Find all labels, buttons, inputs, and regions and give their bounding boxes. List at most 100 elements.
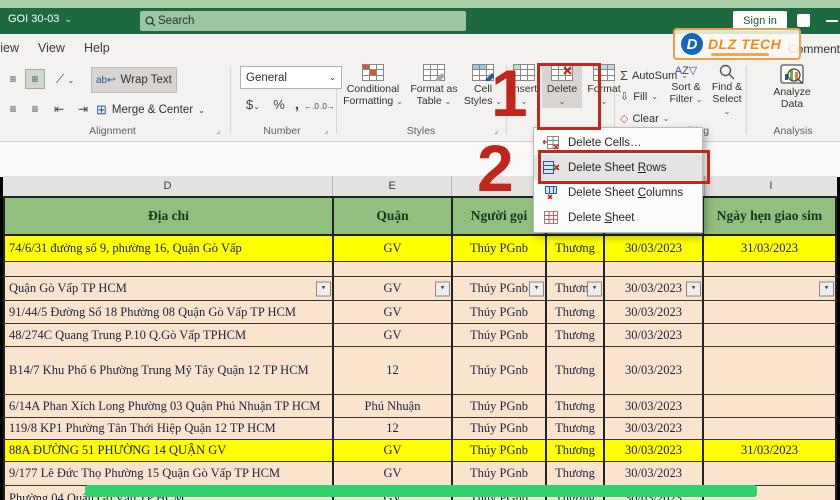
cell[interactable]: [453, 262, 547, 276]
accounting-format-button[interactable]: $⌄: [240, 96, 266, 114]
cell[interactable]: Thúy PGnb: [453, 347, 547, 394]
header-ngay-hen[interactable]: Ngày hẹn giao sim: [704, 198, 837, 234]
cell[interactable]: Thúy PGnb: [453, 324, 547, 346]
cell[interactable]: [704, 462, 837, 485]
tab-review[interactable]: view: [0, 41, 19, 55]
cell[interactable]: [704, 395, 837, 417]
search-input[interactable]: Search: [140, 11, 466, 31]
cell[interactable]: Quận Gò Vấp TP HCM▾: [3, 277, 334, 300]
cell[interactable]: 74/6/31 đường số 9, phường 16, Quận Gò V…: [3, 236, 334, 261]
cell[interactable]: [704, 301, 837, 323]
align-left-button[interactable]: ≡: [4, 100, 22, 118]
cell[interactable]: 31/03/2023: [704, 440, 837, 461]
tab-help[interactable]: Help: [84, 41, 110, 55]
format-as-table-button[interactable]: Format as Table ⌄: [408, 64, 460, 108]
menu-item-delete-sheet[interactable]: Delete Sheet: [534, 205, 702, 230]
orientation-button[interactable]: ⟋ ⌄: [50, 70, 80, 88]
cell[interactable]: Thương: [547, 301, 605, 323]
cell[interactable]: GV: [334, 236, 453, 261]
cell[interactable]: 9/177 Lê Đức Thọ Phường 15 Quận Gò Vấp T…: [3, 462, 334, 485]
cell[interactable]: 30/03/2023: [605, 418, 704, 439]
cell[interactable]: Thương: [547, 462, 605, 485]
column-letter-i[interactable]: I: [705, 176, 837, 196]
wrap-text-button[interactable]: ab↩ Wrap Text: [92, 68, 176, 92]
cell[interactable]: GV: [334, 462, 453, 485]
increase-decimal-button[interactable]: ←.0: [304, 98, 319, 116]
cell[interactable]: 30/03/2023: [605, 301, 704, 323]
cell[interactable]: ▾: [704, 277, 837, 300]
cell[interactable]: GV: [334, 440, 453, 461]
cell[interactable]: [704, 418, 837, 439]
cell[interactable]: B14/7 Khu Phố 6 Phường Trung Mỹ Tây Quận…: [3, 347, 334, 394]
cell[interactable]: 30/03/2023: [605, 462, 704, 485]
find-select-button[interactable]: Find & Select ⌄: [708, 64, 746, 118]
filter-button[interactable]: ▾: [316, 281, 331, 296]
cell[interactable]: Thúy PGnb: [453, 301, 547, 323]
align-right-button[interactable]: ≡: [26, 100, 44, 118]
header-quan[interactable]: Quận: [334, 198, 453, 234]
cell[interactable]: GV: [334, 324, 453, 346]
cell[interactable]: [547, 262, 605, 276]
decrease-indent-button[interactable]: ⇤: [50, 100, 68, 118]
sort-filter-button[interactable]: AZ▽ Sort & Filter ⌄: [664, 64, 708, 106]
header-dia-chi[interactable]: Địa chỉ: [3, 198, 334, 234]
cell[interactable]: 88A ĐƯỜNG 51 PHƯỜNG 14 QUẬN GV: [3, 440, 334, 461]
column-letter-d[interactable]: D: [3, 176, 333, 196]
cell[interactable]: 31/03/2023: [704, 236, 837, 261]
cell[interactable]: 119/8 KP1 Phường Tân Thới Hiệp Quận 12 T…: [3, 418, 334, 439]
cell[interactable]: Thúy PGnb: [453, 462, 547, 485]
percent-style-button[interactable]: %: [270, 96, 288, 114]
cell[interactable]: 6/14A Phan Xích Long Phường 03 Quận Phú …: [3, 395, 334, 417]
cell[interactable]: 48/274C Quang Trung P.10 Q.Gò Vấp TPHCM: [3, 324, 334, 346]
filter-button[interactable]: ▾: [686, 281, 701, 296]
clear-button[interactable]: ◇ Clear ⌄: [620, 112, 669, 125]
column-letter-e[interactable]: E: [333, 176, 452, 196]
tab-view[interactable]: View: [38, 41, 65, 55]
analyze-data-button[interactable]: Analyze Data: [762, 64, 822, 110]
filter-button[interactable]: ▾: [819, 281, 834, 296]
filter-button[interactable]: ▾: [587, 281, 602, 296]
workbook-title[interactable]: GOI 30-03 ⌄: [8, 13, 72, 25]
cell[interactable]: GV: [334, 301, 453, 323]
cell[interactable]: Thúy PGnb: [453, 440, 547, 461]
filter-button[interactable]: ▾: [435, 281, 450, 296]
cell[interactable]: 12: [334, 418, 453, 439]
cell[interactable]: Thương: [547, 418, 605, 439]
cell[interactable]: [704, 262, 837, 276]
cell[interactable]: Thúy PGnb▾: [453, 277, 547, 300]
cell[interactable]: [704, 324, 837, 346]
cell[interactable]: Thương: [547, 440, 605, 461]
cell[interactable]: Thúy PGnb: [453, 395, 547, 417]
cell[interactable]: Thương: [547, 395, 605, 417]
cell[interactable]: [605, 262, 704, 276]
cell[interactable]: 12: [334, 347, 453, 394]
cell[interactable]: GV▾: [334, 277, 453, 300]
align-middle-button[interactable]: ≡: [26, 70, 44, 88]
cell[interactable]: 30/03/2023: [605, 236, 704, 261]
cell[interactable]: 30/03/2023: [605, 440, 704, 461]
fill-button[interactable]: ⇩ Fill ⌄: [620, 90, 658, 103]
align-top-button[interactable]: ≡: [4, 70, 22, 88]
alignment-dialog-launcher[interactable]: ⌟: [216, 125, 220, 136]
cell[interactable]: 30/03/2023: [605, 347, 704, 394]
increase-indent-button[interactable]: ⇥: [74, 100, 92, 118]
cell[interactable]: 30/03/2023: [605, 324, 704, 346]
merge-center-button[interactable]: ⊞ Merge & Center ⌄: [92, 98, 209, 122]
decrease-decimal-button[interactable]: .0→: [320, 98, 335, 116]
cell[interactable]: [334, 262, 453, 276]
cell[interactable]: Thúy PGnb: [453, 418, 547, 439]
filter-button[interactable]: ▾: [529, 281, 544, 296]
cell[interactable]: 30/03/2023: [605, 395, 704, 417]
cell[interactable]: Thúy PGnb: [453, 236, 547, 261]
number-dialog-launcher[interactable]: ⌟: [324, 125, 328, 136]
conditional-formatting-button[interactable]: Conditional Formatting ⌄: [340, 64, 406, 108]
number-format-select[interactable]: General ⌄: [240, 66, 342, 89]
cell[interactable]: 91/44/5 Đường Số 18 Phường 08 Quận Gò Vấ…: [3, 301, 334, 323]
cell[interactable]: Thương: [547, 347, 605, 394]
minimize-icon[interactable]: [826, 20, 838, 22]
cell[interactable]: 30/03/2023▾: [605, 277, 704, 300]
cell[interactable]: Thương: [547, 324, 605, 346]
window-control-icon[interactable]: [797, 14, 810, 27]
cell[interactable]: Phú Nhuận: [334, 395, 453, 417]
cell[interactable]: [704, 347, 837, 394]
